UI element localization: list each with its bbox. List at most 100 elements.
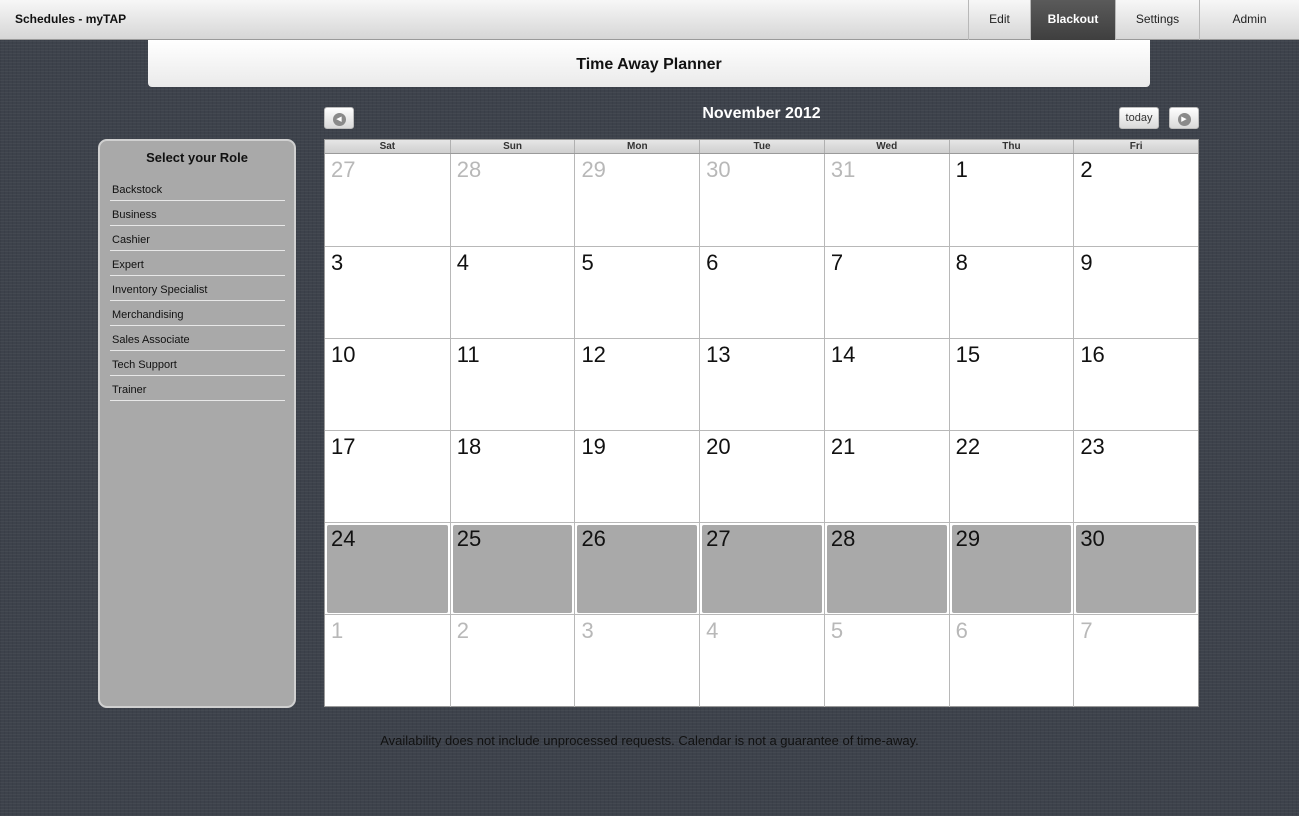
dow-label: Thu: [948, 140, 1074, 153]
role-item-business[interactable]: Business: [110, 201, 285, 226]
calendar-day[interactable]: 23: [1073, 431, 1198, 523]
nav-blackout[interactable]: Blackout: [1030, 0, 1115, 40]
calendar-day-blackout[interactable]: 24: [325, 523, 450, 615]
dow-label: Tue: [699, 140, 824, 153]
role-item-trainer[interactable]: Trainer: [110, 376, 285, 401]
nav-edit[interactable]: Edit: [968, 0, 1030, 40]
dow-label: Sun: [449, 140, 575, 153]
calendar-day[interactable]: 7: [823, 247, 949, 339]
calendar-day[interactable]: 27: [325, 154, 450, 246]
role-sidebar: Select your Role Backstock Business Cash…: [98, 139, 296, 708]
calendar-day[interactable]: 8: [948, 247, 1074, 339]
day-number: 26: [581, 526, 606, 551]
role-item-sales-associate[interactable]: Sales Associate: [110, 326, 285, 351]
day-number: 22: [955, 434, 981, 459]
day-number: 1: [331, 618, 344, 643]
day-of-week-header: Sat Sun Mon Tue Wed Thu Fri: [325, 140, 1198, 154]
calendar-day[interactable]: 18: [449, 431, 575, 523]
calendar-day[interactable]: 14: [823, 339, 949, 431]
day-number: 21: [830, 434, 856, 459]
calendar-week-row: 10 11 12 13 14 15 16: [325, 338, 1198, 431]
calendar-day-blackout[interactable]: 25: [449, 523, 575, 615]
day-number: 12: [581, 342, 606, 367]
calendar-day[interactable]: 20: [699, 431, 824, 523]
role-item-backstock[interactable]: Backstock: [110, 176, 285, 201]
role-item-tech-support[interactable]: Tech Support: [110, 351, 285, 376]
day-number: 3: [331, 250, 344, 275]
next-month-button[interactable]: ▶: [1169, 107, 1199, 129]
today-button[interactable]: today: [1119, 107, 1159, 129]
calendar-day[interactable]: 4: [449, 247, 575, 339]
calendar-day[interactable]: 28: [449, 154, 575, 246]
day-number: 15: [955, 342, 981, 367]
calendar-day[interactable]: 19: [574, 431, 699, 523]
day-number: 8: [955, 250, 968, 275]
day-number: 19: [581, 434, 606, 459]
dow-label: Wed: [823, 140, 949, 153]
day-number: 10: [331, 342, 356, 367]
calendar-day[interactable]: 22: [948, 431, 1074, 523]
calendar-day[interactable]: 3: [574, 615, 699, 707]
role-list: Backstock Business Cashier Expert Invent…: [110, 176, 285, 401]
day-number: 28: [830, 526, 856, 551]
app-title: Schedules - myTAP: [15, 12, 127, 26]
day-number: 1: [955, 157, 968, 182]
day-number: 2: [456, 618, 469, 643]
calendar-day[interactable]: 7: [1073, 615, 1198, 707]
role-item-cashier[interactable]: Cashier: [110, 226, 285, 251]
calendar-day-blackout[interactable]: 30: [1073, 523, 1198, 615]
day-number: 27: [331, 157, 356, 182]
calendar-day[interactable]: 2: [1073, 154, 1198, 246]
calendar-week-row: 3 4 5 6 7 8 9: [325, 246, 1198, 339]
calendar-day[interactable]: 1: [325, 615, 450, 707]
day-number: 4: [456, 250, 469, 275]
calendar-day[interactable]: 9: [1073, 247, 1198, 339]
calendar-day[interactable]: 15: [948, 339, 1074, 431]
calendar-day[interactable]: 6: [699, 247, 824, 339]
nav-settings[interactable]: Settings: [1115, 0, 1199, 40]
day-number: 28: [456, 157, 482, 182]
calendar-day[interactable]: 16: [1073, 339, 1198, 431]
calendar-day[interactable]: 13: [699, 339, 824, 431]
day-number: 20: [706, 434, 731, 459]
calendar-day[interactable]: 29: [574, 154, 699, 246]
calendar-day[interactable]: 2: [449, 615, 575, 707]
main-nav: Edit Blackout Settings Admin: [968, 0, 1299, 40]
day-number: 2: [1080, 157, 1093, 182]
day-number: 29: [581, 157, 606, 182]
calendar-day[interactable]: 4: [699, 615, 824, 707]
calendar-day-blackout[interactable]: 29: [948, 523, 1074, 615]
calendar-day-blackout[interactable]: 26: [574, 523, 699, 615]
role-item-inventory-specialist[interactable]: Inventory Specialist: [110, 276, 285, 301]
day-number: 4: [706, 618, 719, 643]
calendar-day[interactable]: 12: [574, 339, 699, 431]
day-number: 9: [1080, 250, 1093, 275]
calendar-day[interactable]: 21: [823, 431, 949, 523]
day-number: 24: [331, 526, 356, 551]
month-title: November 2012: [702, 105, 821, 122]
dow-label: Sat: [379, 141, 396, 152]
calendar-day[interactable]: 6: [948, 615, 1074, 707]
day-number: 11: [456, 342, 480, 367]
role-item-merchandising[interactable]: Merchandising: [110, 301, 285, 326]
page-title: Time Away Planner: [148, 40, 1150, 87]
day-number: 14: [830, 342, 856, 367]
role-item-expert[interactable]: Expert: [110, 251, 285, 276]
calendar-day-blackout[interactable]: 27: [699, 523, 824, 615]
calendar-day[interactable]: 30: [699, 154, 824, 246]
calendar-day[interactable]: 11: [449, 339, 575, 431]
calendar-day-blackout[interactable]: 28: [823, 523, 949, 615]
calendar-day[interactable]: 5: [574, 247, 699, 339]
calendar-day[interactable]: 17: [325, 431, 450, 523]
chevron-right-icon: ▶: [1177, 113, 1191, 126]
nav-admin[interactable]: Admin: [1199, 0, 1299, 40]
calendar-day[interactable]: 31: [823, 154, 949, 246]
calendar-day[interactable]: 1: [948, 154, 1074, 246]
calendar-day[interactable]: 3: [325, 247, 450, 339]
calendar-week-row: 17 18 19 20 21 22 23: [325, 430, 1198, 523]
calendar-day[interactable]: 10: [325, 339, 450, 431]
top-bar: Schedules - myTAP Edit Blackout Settings…: [0, 0, 1299, 40]
calendar-day[interactable]: 5: [823, 615, 949, 707]
calendar-grid: Sat Sun Mon Tue Wed Thu Fri 27 28 29 30 31 1 2…: [324, 139, 1199, 707]
day-number: 30: [706, 157, 731, 182]
